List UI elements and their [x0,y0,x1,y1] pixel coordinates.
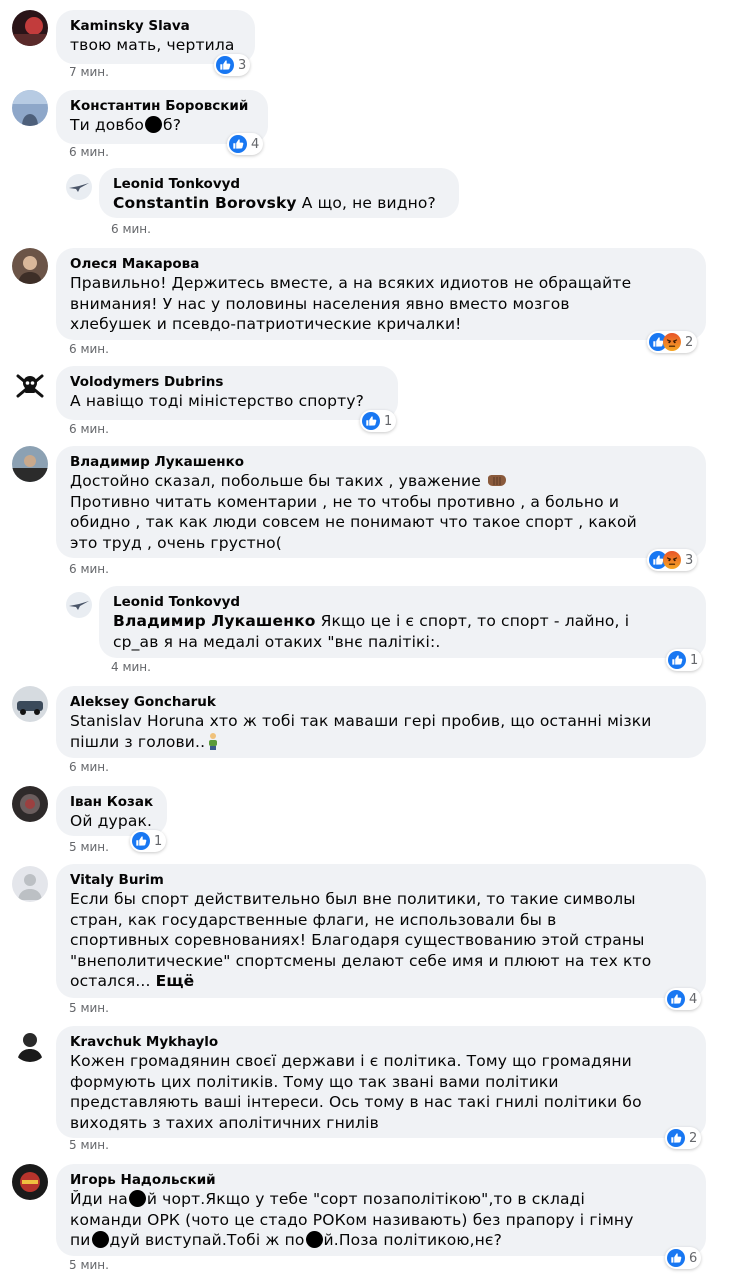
comment-time[interactable]: 6 мин. [69,562,109,576]
comment-text: А навіщо тоді міністерство спорту? [70,392,365,410]
comment-time[interactable]: 4 мин. [111,660,151,674]
comment-text: Ой дурак. [70,812,153,830]
comment-author[interactable]: Игорь Надольский [70,1171,692,1189]
reactions-badge[interactable]: 1 [666,649,703,671]
reactions-badge[interactable]: 3 [214,54,251,76]
airplane-avatar [66,174,92,200]
see-more-link[interactable]: Ещё [156,972,195,990]
comment-time[interactable]: 5 мин. [69,1258,109,1272]
reactions-badge[interactable]: 2 [647,331,698,353]
like-icon [216,56,234,74]
reaction-count: 2 [685,334,694,350]
censor-mark [128,1190,146,1207]
comment-author[interactable]: Константин Боровский [70,97,254,115]
avatar-image [12,1164,48,1200]
reactions-badge[interactable]: 6 [665,1247,702,1269]
like-icon [132,832,150,850]
like-icon [667,1249,685,1267]
comment-bubble: Volodymers Dubrins А навіщо тоді міністе… [56,366,398,420]
fist-bump-emoji [488,475,506,486]
reaction-count: 3 [238,57,247,73]
avatar-image [12,10,48,46]
comment-bubble: Kravchuk Mykhaylo Кожен громадянин своєї… [56,1026,706,1138]
comment-bubble: Олеся Макарова Правильно! Держитесь вмес… [56,248,706,340]
comment-author[interactable]: Vitaly Burim [70,871,692,889]
comment-author[interactable]: Leonid Tonkovyd [113,593,692,611]
comment-author[interactable]: Aleksey Goncharuk [70,693,692,711]
avatar-image [12,686,48,722]
angry-icon [663,333,681,351]
comment-bubble: Aleksey Goncharuk Stanislav Horuna хто ж… [56,686,706,758]
comment-text: Правильно! Держитесь вместе, а на всяких… [70,274,632,333]
comment-author[interactable]: Олеся Макарова [70,255,692,273]
comment-text: Достойно сказал, побольше бы таких , ува… [70,472,637,552]
censor-mark [145,116,163,133]
comment-author[interactable]: Kravchuk Mykhaylo [70,1033,692,1051]
reaction-count: 2 [689,1130,698,1146]
reactions-badge[interactable]: 4 [227,133,264,155]
avatar-image [12,1026,48,1062]
person-emoji [209,732,218,750]
comment-time[interactable]: 6 мин. [69,342,109,356]
comment-bubble: Іван Козак Ой дурак. [56,786,167,836]
default-avatar [12,866,48,902]
like-icon [668,651,686,669]
comment-text: Владимир Лукашенко Якщо це і є спорт, то… [113,612,630,651]
mention-link[interactable]: Constantin Borovsky [113,194,297,212]
comments-feed: Kaminsky Slava твою мать, чертила 3 7 ми… [0,0,752,1280]
comment-bubble: Игорь Надольский Йди на й чорт.Якщо у теб… [56,1164,706,1256]
reactions-badge[interactable]: 2 [665,1127,702,1149]
comment-author[interactable]: Владимир Лукашенко [70,453,692,471]
comment-bubble: Vitaly Burim Если бы спорт действительно… [56,864,706,998]
like-icon [667,1129,685,1147]
comment-time[interactable]: 6 мин. [111,222,151,236]
reaction-count: 3 [685,552,694,568]
reactions-badge[interactable]: 1 [360,410,397,432]
skull-avatar [12,368,48,404]
comment-text: Кожен громадянин своєї держави і є політ… [70,1052,642,1132]
comment-text: Если бы спорт действительно был вне поли… [70,890,652,990]
comment-author[interactable]: Kaminsky Slava [70,17,241,35]
like-icon [667,990,685,1008]
comment-text: твою мать, чертила [70,36,235,54]
censor-mark [305,1231,323,1248]
avatar-image [12,446,48,482]
avatar-image [12,90,48,126]
comment-author[interactable]: Leonid Tonkovyd [113,175,445,193]
reaction-count: 4 [251,136,260,152]
comment-text: Йди на й чорт.Якщо у тебе "сорт позаполіт… [70,1190,634,1249]
censor-mark [91,1231,109,1248]
comment-author[interactable]: Volodymers Dubrins [70,373,384,391]
comment-bubble: Leonid Tonkovyd Constantin Borovsky А що… [99,168,459,218]
comment-time[interactable]: 6 мин. [69,422,109,436]
comment-text: Ти довбо б? [70,116,182,134]
comment-time[interactable]: 7 мин. [69,65,109,79]
reaction-count: 1 [154,833,163,849]
airplane-avatar [66,592,92,618]
reactions-badge[interactable]: 4 [665,988,702,1010]
reactions-badge[interactable]: 1 [130,830,167,852]
like-icon [229,135,247,153]
like-icon [362,412,380,430]
comment-text: Constantin Borovsky А що, не видно? [113,194,436,212]
reaction-count: 1 [690,652,699,668]
comment-time[interactable]: 6 мин. [69,760,109,774]
comment-bubble: Владимир Лукашенко Достойно сказал, побо… [56,446,706,558]
comment-time[interactable]: 6 мин. [69,145,109,159]
comment-time[interactable]: 5 мин. [69,1001,109,1015]
avatar-image [12,248,48,284]
reaction-count: 6 [689,1250,698,1266]
comment-bubble: Leonid Tonkovyd Владимир Лукашенко Якщо … [99,586,706,658]
reaction-count: 4 [689,991,698,1007]
mention-link[interactable]: Владимир Лукашенко [113,612,316,630]
comment-time[interactable]: 5 мин. [69,1138,109,1152]
comment-text: Stanislav Horuna хто ж тобі так маваши г… [70,712,652,751]
comment-author[interactable]: Іван Козак [70,793,153,811]
avatar-image [12,786,48,822]
angry-icon [663,551,681,569]
reactions-badge[interactable]: 3 [647,549,698,571]
comment-time[interactable]: 5 мин. [69,840,109,854]
reaction-count: 1 [384,413,393,429]
